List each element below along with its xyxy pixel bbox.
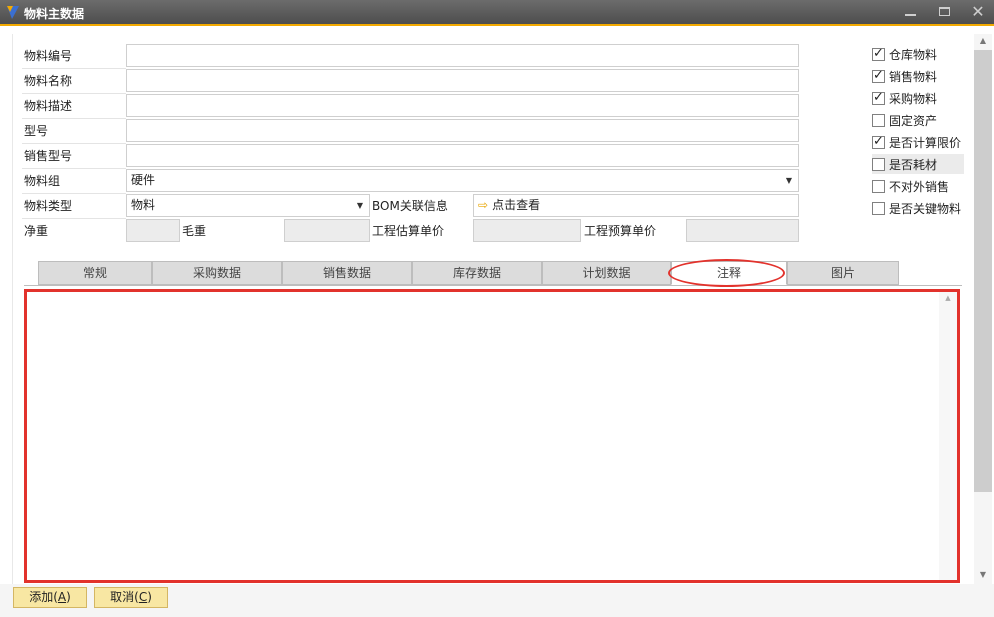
checkbox-label: 不对外销售 [889, 179, 950, 194]
scroll-up-icon[interactable]: ▲ [939, 294, 957, 302]
add-button[interactable]: 添加(A) [13, 587, 87, 608]
checkbox-unchecked-icon[interactable] [872, 179, 885, 193]
tab-planning-data[interactable]: 计划数据 [542, 261, 671, 285]
est-price-input[interactable] [473, 219, 581, 242]
label-net-weight: 净重 [24, 224, 49, 238]
gross-weight-input[interactable] [284, 219, 370, 242]
add-button-label: 添加 [29, 590, 54, 604]
item-group-select[interactable]: 硬件 ▼ [126, 169, 799, 192]
tab-inventory-data[interactable]: 库存数据 [412, 261, 542, 285]
label-budget-price: 工程预算单价 [584, 224, 657, 238]
checkbox-sales-item[interactable]: 销售物料 [872, 66, 937, 86]
notes-scrollbar[interactable]: ▲ [939, 292, 957, 580]
maximize-icon[interactable] [934, 3, 954, 21]
label-bom-info: BOM关联信息 [372, 199, 448, 213]
cancel-button-hotkey: (C) [134, 590, 152, 604]
checkbox-unchecked-icon[interactable] [872, 157, 885, 171]
checkbox-not-for-sale[interactable]: 不对外销售 [872, 176, 949, 196]
item-name-input[interactable] [126, 69, 799, 92]
tab-general[interactable]: 常规 [38, 261, 152, 285]
form-scrollbar[interactable]: ▲ ▼ [974, 34, 992, 584]
net-weight-input[interactable] [126, 219, 180, 242]
checkbox-label: 是否计算限价 [889, 135, 962, 150]
checkbox-checked-icon[interactable] [872, 135, 885, 149]
checkbox-warehouse-item[interactable]: 仓库物料 [872, 44, 937, 64]
notes-textarea[interactable] [27, 292, 939, 580]
scrollbar-thumb[interactable] [974, 50, 992, 492]
item-group-value: 硬件 [131, 173, 156, 187]
divider [22, 93, 126, 94]
divider [22, 118, 126, 119]
divider [22, 143, 126, 144]
checkbox-purchase-item[interactable]: 采购物料 [872, 88, 937, 108]
checkbox-unchecked-icon[interactable] [872, 201, 885, 215]
sales-model-input[interactable] [126, 144, 799, 167]
label-est-price: 工程估算单价 [372, 224, 445, 238]
checkbox-key-item[interactable]: 是否关键物料 [872, 198, 961, 218]
checkbox-label: 仓库物料 [889, 47, 938, 62]
bom-link[interactable]: ⇨ 点击查看 [473, 194, 799, 217]
cancel-button[interactable]: 取消(C) [94, 587, 168, 608]
tab-purchase-data[interactable]: 采购数据 [152, 261, 282, 285]
title-bar: 物料主数据 ✕ [0, 0, 994, 26]
checkbox-unchecked-icon[interactable] [872, 113, 885, 127]
checkbox-label: 是否关键物料 [889, 201, 962, 216]
label-model: 型号 [24, 124, 49, 138]
tab-images[interactable]: 图片 [787, 261, 899, 285]
scroll-down-icon[interactable]: ▼ [974, 568, 992, 582]
tab-notes[interactable]: 注释 [671, 261, 787, 285]
item-desc-input[interactable] [126, 94, 799, 117]
label-item-code: 物料编号 [24, 49, 73, 63]
bom-link-text: 点击查看 [492, 198, 541, 212]
checkbox-label: 销售物料 [889, 69, 938, 84]
label-gross-weight: 毛重 [182, 224, 207, 238]
divider [22, 218, 126, 219]
checkbox-checked-icon[interactable] [872, 47, 885, 61]
label-item-type: 物料类型 [24, 199, 73, 213]
tab-divider [24, 285, 962, 286]
checkbox-fixed-asset[interactable]: 固定资产 [872, 110, 937, 130]
divider [22, 193, 126, 194]
item-type-value: 物料 [131, 198, 156, 212]
checkbox-label: 固定资产 [889, 113, 938, 128]
app-logo-icon [7, 6, 19, 19]
item-code-input[interactable] [126, 44, 799, 67]
checkbox-checked-icon[interactable] [872, 91, 885, 105]
arrow-right-icon: ⇨ [478, 198, 489, 212]
checkbox-label: 采购物料 [889, 91, 938, 106]
notes-panel: ▲ [24, 289, 960, 583]
label-item-desc: 物料描述 [24, 99, 73, 113]
chevron-down-icon: ▼ [356, 201, 363, 210]
checkbox-label: 是否耗材 [889, 157, 938, 172]
divider [22, 68, 126, 69]
checkbox-price-limit[interactable]: 是否计算限价 [872, 132, 961, 152]
item-type-select[interactable]: 物料 ▼ [126, 194, 370, 217]
label-item-group: 物料组 [24, 174, 61, 188]
budget-price-input[interactable] [686, 219, 799, 242]
minimize-icon[interactable] [900, 3, 920, 21]
label-item-name: 物料名称 [24, 74, 73, 88]
tab-sales-data[interactable]: 销售数据 [282, 261, 412, 285]
close-icon[interactable]: ✕ [968, 3, 988, 21]
model-input[interactable] [126, 119, 799, 142]
divider [22, 168, 126, 169]
add-button-hotkey: (A) [53, 590, 71, 604]
window-title: 物料主数据 [24, 7, 85, 21]
cancel-button-label: 取消 [110, 590, 135, 604]
checkbox-checked-icon[interactable] [872, 69, 885, 83]
chevron-down-icon: ▼ [785, 176, 792, 185]
label-sales-model: 销售型号 [24, 149, 73, 163]
checkbox-consumable[interactable]: 是否耗材 [872, 154, 964, 174]
scroll-up-icon[interactable]: ▲ [974, 34, 992, 48]
